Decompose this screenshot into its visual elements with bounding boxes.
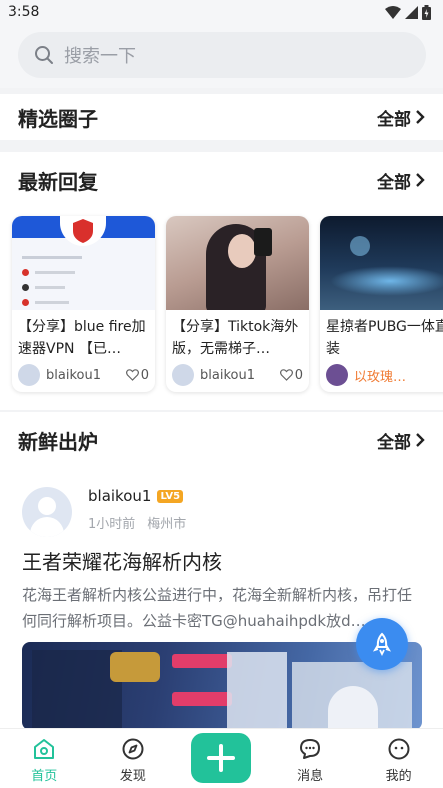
tab-add[interactable] [177, 729, 266, 788]
latest-replies-more-label: 全部 [377, 172, 411, 193]
tab-home[interactable]: 首页 [0, 729, 89, 788]
rocket-icon [372, 632, 392, 656]
card-title: 【分享】Tiktok海外版，无需梯子… [172, 319, 299, 357]
shield-icon [73, 219, 93, 243]
card-username: blaikou1 [46, 367, 101, 383]
post-location: 梅州市 [147, 517, 187, 532]
rocket-fab-button[interactable] [356, 618, 408, 670]
featured-more-label: 全部 [377, 109, 411, 130]
level-badge: LV5 [157, 489, 184, 503]
wifi-icon [385, 5, 401, 19]
card-thumbnail [166, 216, 309, 310]
bottom-tab-bar: 首页 发现 消息 我的 [0, 728, 443, 788]
face-icon [388, 738, 410, 760]
tab-messages-label: 消息 [297, 769, 324, 784]
status-bar: 3:58 [0, 0, 443, 26]
card-likes[interactable]: 0 [279, 367, 303, 383]
reply-card[interactable]: 【分享】Tiktok海外版，无需梯子… blaikou1 0 [166, 216, 309, 392]
tab-messages[interactable]: 消息 [266, 729, 355, 788]
compass-icon [122, 738, 144, 760]
card-username: 以玫瑰… [354, 369, 407, 385]
signal-icon [405, 6, 418, 19]
tab-profile-label: 我的 [385, 769, 412, 784]
chevron-right-icon [416, 433, 425, 447]
reply-cards: 【分享】blue fire加速器VPN 【已… blaikou1 0 【分享】T… [12, 216, 443, 392]
chevron-right-icon [416, 173, 425, 187]
chevron-right-icon [416, 110, 425, 124]
status-time: 3:58 [8, 4, 40, 20]
status-icons [385, 5, 431, 20]
latest-replies-more-button[interactable]: 全部 [377, 168, 425, 193]
card-likes[interactable]: 0 [125, 367, 149, 383]
search-input[interactable]: 搜索一下 [18, 32, 426, 78]
section-title-fresh: 新鲜出炉 [18, 429, 98, 454]
tab-home-label: 首页 [31, 769, 58, 784]
search-area: 搜索一下 [0, 26, 443, 88]
fresh-more-label: 全部 [377, 432, 411, 453]
card-like-count: 0 [294, 367, 303, 383]
post-username: blaikou1 [88, 487, 152, 505]
section-title-featured: 精选圈子 [18, 106, 98, 131]
tab-discover-label: 发现 [119, 769, 146, 784]
heart-icon [125, 369, 139, 381]
search-placeholder: 搜索一下 [64, 46, 136, 67]
tab-profile[interactable]: 我的 [354, 729, 443, 788]
reply-card[interactable]: 【分享】blue fire加速器VPN 【已… blaikou1 0 [12, 216, 155, 392]
card-thumbnail [12, 216, 155, 310]
fresh-more-button[interactable]: 全部 [377, 428, 425, 453]
card-like-count: 0 [140, 367, 149, 383]
plus-icon [207, 744, 236, 772]
featured-more-button[interactable]: 全部 [377, 105, 425, 130]
post-author[interactable]: blaikou1 LV5 1小时前 梅州市 [22, 487, 186, 537]
search-icon [35, 46, 53, 64]
featured-section: 精选圈子 全部 [0, 94, 443, 140]
card-username: blaikou1 [200, 367, 255, 383]
avatar[interactable] [22, 487, 72, 537]
add-post-button[interactable] [191, 733, 252, 783]
avatar [172, 364, 194, 386]
post-title[interactable]: 王者荣耀花海解析内核 [22, 546, 222, 575]
avatar [326, 364, 348, 386]
section-title-latest-replies: 最新回复 [18, 169, 98, 194]
heart-icon [279, 369, 293, 381]
reply-card[interactable]: 星掠者PUBG一体直装 以玫瑰… [320, 216, 443, 392]
home-icon [34, 739, 55, 759]
battery-icon [422, 5, 431, 20]
card-thumbnail [320, 216, 443, 310]
chat-icon [300, 739, 321, 759]
avatar [18, 364, 40, 386]
card-title: 星掠者PUBG一体直装 [326, 319, 443, 357]
post-time: 1小时前 [88, 517, 136, 532]
tab-discover[interactable]: 发现 [89, 729, 178, 788]
card-title: 【分享】blue fire加速器VPN 【已… [18, 319, 146, 357]
